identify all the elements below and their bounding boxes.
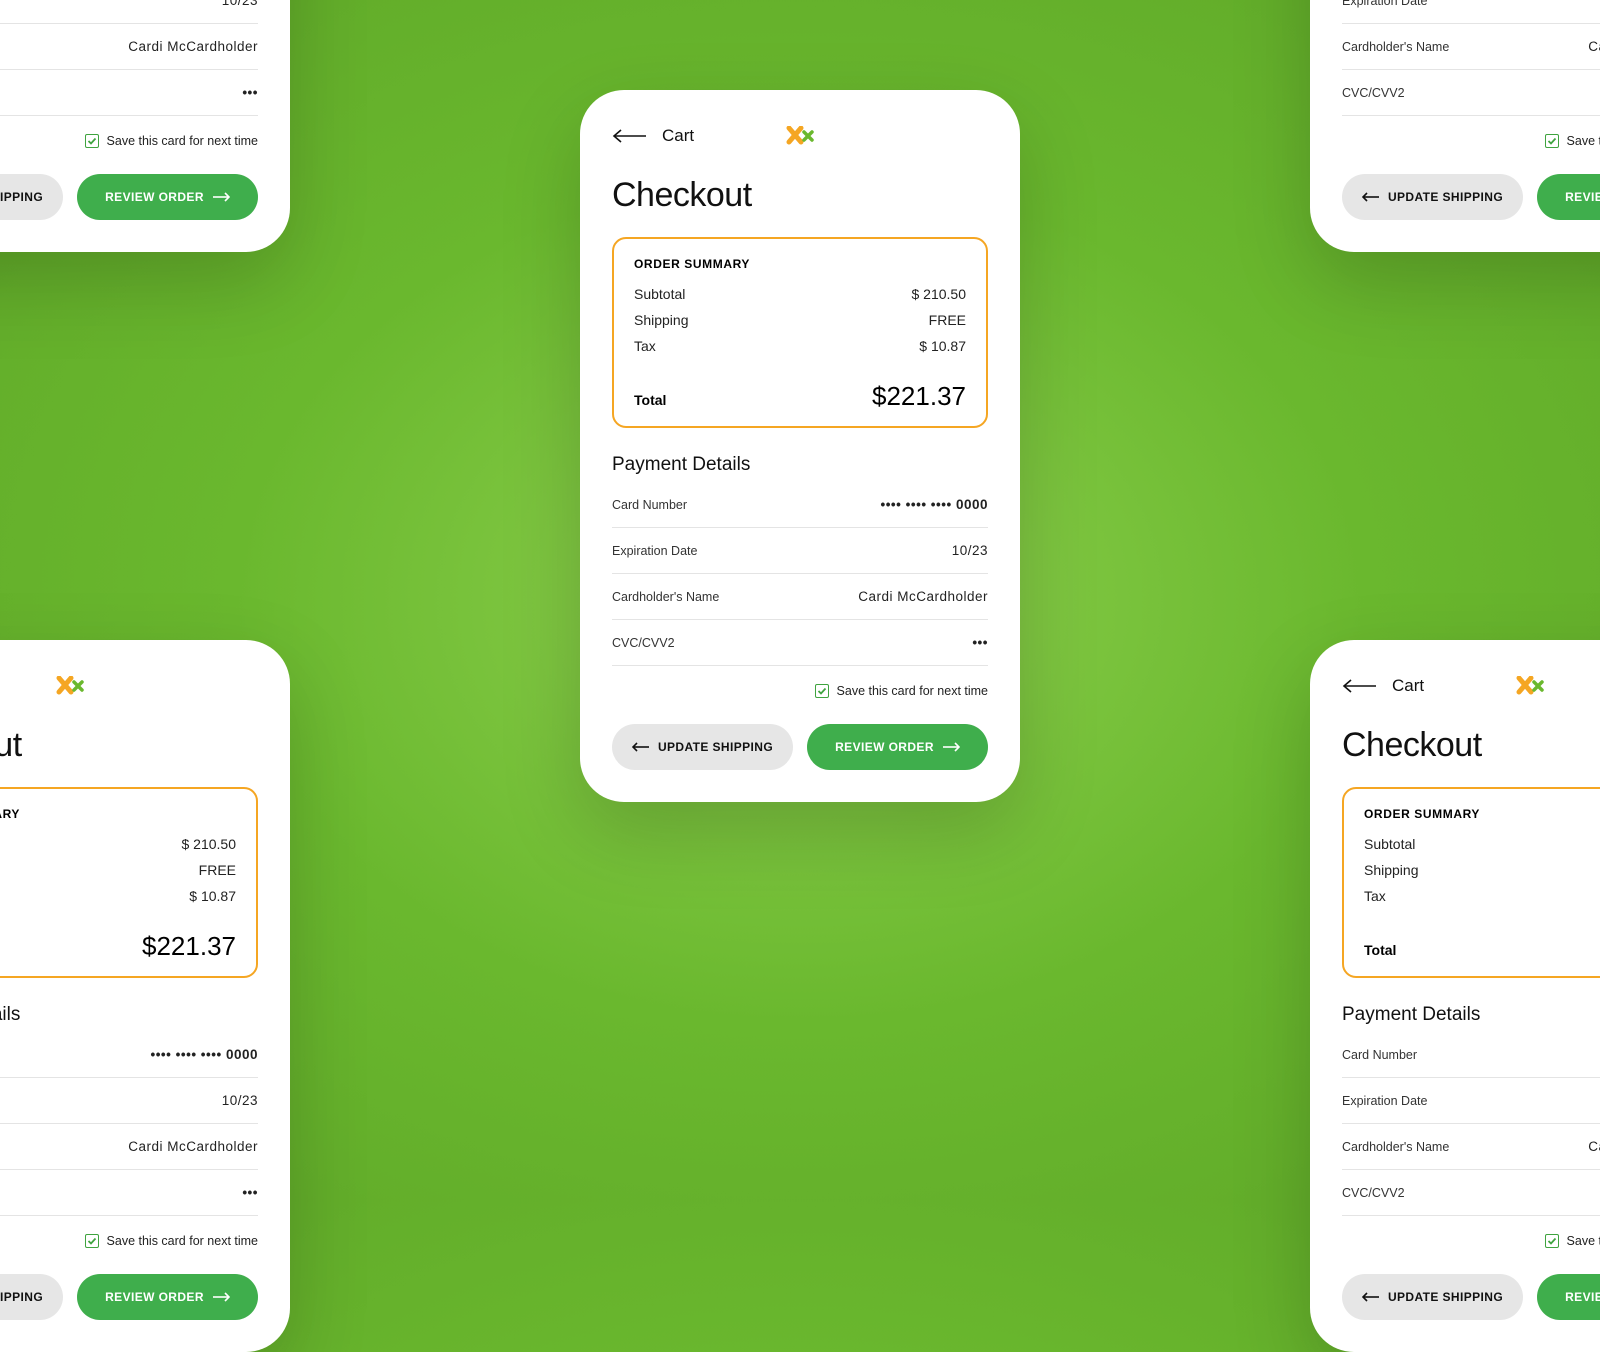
save-card-label: Save this card for next time — [1567, 134, 1600, 148]
page-title: Checkout — [612, 176, 988, 215]
summary-row-subtotal: Subtotal $ 210.50 — [0, 831, 236, 857]
check-icon — [1547, 1236, 1557, 1246]
check-icon — [1547, 136, 1557, 146]
cvc-field[interactable]: CVC/CVV2 ••• — [1342, 70, 1600, 116]
summary-row-tax: Tax $ 10.87 — [0, 883, 236, 909]
summary-row-shipping: Shipping FREE — [1364, 857, 1600, 883]
summary-row-shipping: Shipping FREE — [0, 857, 236, 883]
save-card-checkbox[interactable] — [1545, 1234, 1559, 1248]
save-card-checkbox[interactable] — [85, 1234, 99, 1248]
cardholder-field[interactable]: Cardholder's Name Cardi McCardholder — [612, 574, 988, 620]
save-card-checkbox[interactable] — [85, 134, 99, 148]
arrow-right-icon — [212, 1292, 230, 1302]
summary-row-total: Total $221.37 — [1364, 915, 1600, 962]
review-order-button[interactable]: REVIEW ORDER — [77, 1274, 258, 1320]
card-number-field[interactable]: Card Number •••• •••• •••• 0000 — [0, 1032, 258, 1078]
update-shipping-button[interactable]: UPDATE SHIPPING — [612, 724, 793, 770]
update-shipping-button[interactable]: UPDATE SHIPPING — [0, 174, 63, 220]
cardholder-field[interactable]: Cardholder's Name Cardi McCardholder — [1342, 24, 1600, 70]
check-icon — [817, 686, 827, 696]
summary-row-total: Total $221.37 — [634, 365, 966, 412]
payment-details-heading: Payment Details — [1342, 1004, 1600, 1026]
arrow-left-icon — [1362, 1292, 1380, 1302]
cvc-field[interactable]: CVC/CVV2 ••• — [0, 1170, 258, 1216]
card-number-field[interactable]: Card Number •••• •••• •••• 0000 — [1342, 1032, 1600, 1078]
expiration-field[interactable]: Expiration Date 10/23 — [0, 0, 258, 24]
payment-details-heading: Payment Details — [612, 454, 988, 476]
summary-row-subtotal: Subtotal $ 210.50 — [634, 281, 966, 307]
summary-row-shipping: Shipping FREE — [634, 307, 966, 333]
save-card-checkbox[interactable] — [815, 684, 829, 698]
payment-details-heading: Payment Details — [0, 1004, 258, 1026]
order-summary-heading: ORDER SUMMARY — [1364, 807, 1600, 821]
arrow-left-icon — [1342, 679, 1378, 693]
back-button[interactable] — [612, 129, 648, 143]
cardholder-field[interactable]: Cardholder's Name Cardi McCardholder — [0, 24, 258, 70]
order-summary-card: ORDER SUMMARY Subtotal $ 210.50 Shipping… — [0, 787, 258, 978]
update-shipping-button[interactable]: UPDATE SHIPPING — [1342, 174, 1523, 220]
summary-row-tax: Tax $ 10.87 — [634, 333, 966, 359]
app-logo-icon — [1515, 676, 1545, 696]
order-summary-heading: ORDER SUMMARY — [634, 257, 966, 271]
check-icon — [87, 136, 97, 146]
update-shipping-button[interactable]: UPDATE SHIPPING — [1342, 1274, 1523, 1320]
review-order-button[interactable]: REVIEW ORDER — [807, 724, 988, 770]
app-logo-icon — [785, 126, 815, 146]
cvc-field[interactable]: CVC/CVV2 ••• — [0, 70, 258, 116]
back-label: Cart — [662, 126, 694, 146]
back-label: Cart — [1392, 676, 1424, 696]
save-card-label: Save this card for next time — [1567, 1234, 1600, 1248]
arrow-left-icon — [612, 129, 648, 143]
arrow-right-icon — [212, 192, 230, 202]
summary-row-subtotal: Subtotal $ 210.50 — [1364, 831, 1600, 857]
review-order-button[interactable]: REVIEW ORDER — [1537, 1274, 1600, 1320]
review-order-button[interactable]: REVIEW ORDER — [77, 174, 258, 220]
cvc-field[interactable]: CVC/CVV2 ••• — [612, 620, 988, 666]
order-summary-card: ORDER SUMMARY Subtotal $ 210.50 Shipping… — [612, 237, 988, 428]
summary-row-total: Total $221.37 — [0, 915, 236, 962]
review-order-button[interactable]: REVIEW ORDER — [1537, 174, 1600, 220]
save-card-label: Save this card for next time — [107, 1234, 258, 1248]
arrow-left-icon — [1362, 192, 1380, 202]
save-card-checkbox[interactable] — [1545, 134, 1559, 148]
save-card-label: Save this card for next time — [837, 684, 988, 698]
page-title: Checkout — [1342, 726, 1600, 765]
cardholder-field[interactable]: Cardholder's Name Cardi McCardholder — [0, 1124, 258, 1170]
arrow-left-icon — [632, 742, 650, 752]
summary-row-tax: Tax $ 10.87 — [1364, 883, 1600, 909]
arrow-right-icon — [942, 742, 960, 752]
update-shipping-button[interactable]: UPDATE SHIPPING — [0, 1274, 63, 1320]
page-title: Checkout — [0, 726, 258, 765]
order-summary-heading: ORDER SUMMARY — [0, 807, 236, 821]
expiration-field[interactable]: Expiration Date 10/23 — [612, 528, 988, 574]
card-number-field[interactable]: Card Number •••• •••• •••• 0000 — [612, 482, 988, 528]
check-icon — [87, 1236, 97, 1246]
save-card-label: Save this card for next time — [107, 134, 258, 148]
expiration-field[interactable]: Expiration Date 10/23 — [0, 1078, 258, 1124]
cardholder-field[interactable]: Cardholder's Name Cardi McCardholder — [1342, 1124, 1600, 1170]
app-logo-icon — [55, 676, 85, 696]
expiration-field[interactable]: Expiration Date 10/23 — [1342, 0, 1600, 24]
back-button[interactable] — [1342, 679, 1378, 693]
order-summary-card: ORDER SUMMARY Subtotal $ 210.50 Shipping… — [1342, 787, 1600, 978]
expiration-field[interactable]: Expiration Date 10/23 — [1342, 1078, 1600, 1124]
cvc-field[interactable]: CVC/CVV2 ••• — [1342, 1170, 1600, 1216]
